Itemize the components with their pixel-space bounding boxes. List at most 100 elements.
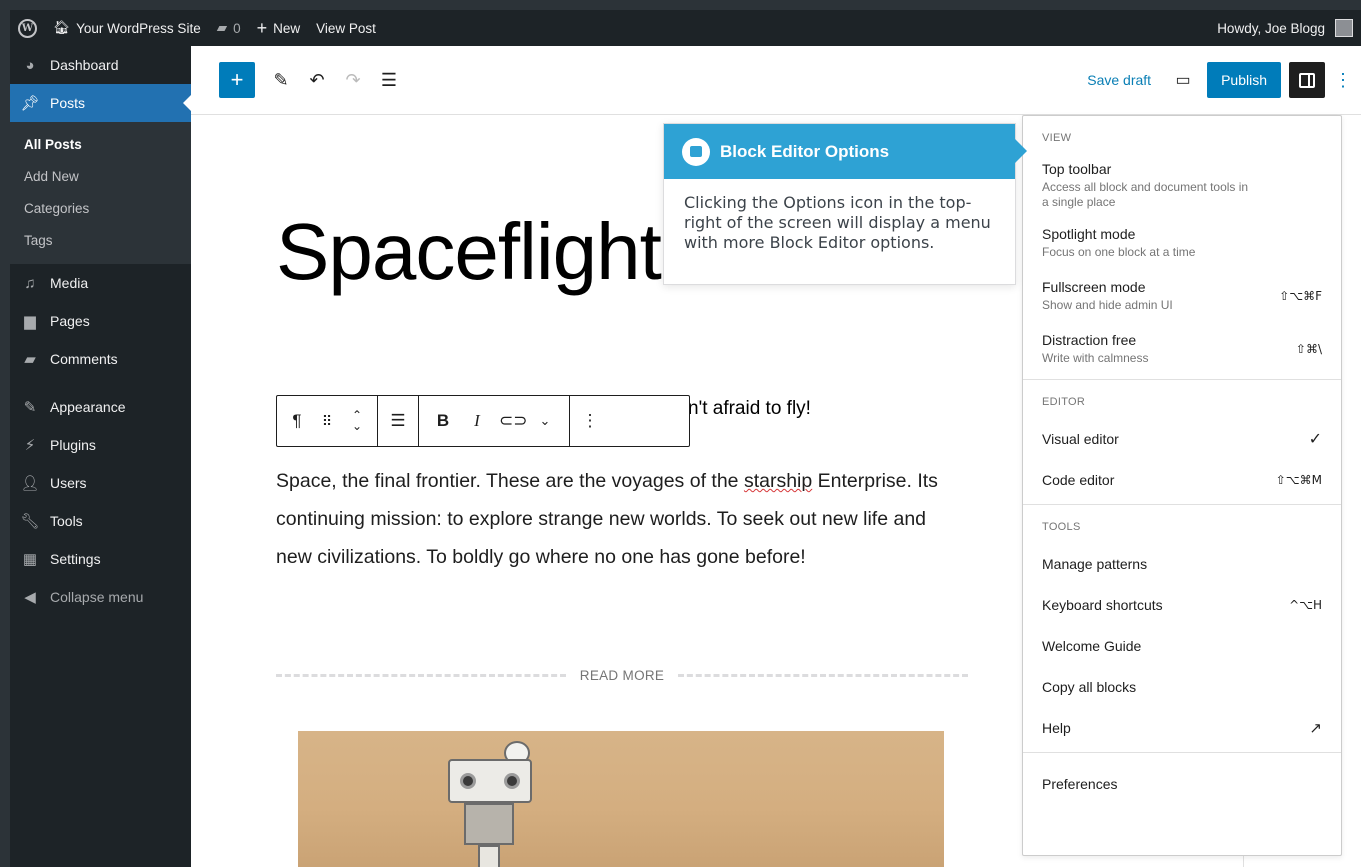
settings-icon: ▦ bbox=[22, 551, 38, 568]
preferences-group: Preferences bbox=[1023, 753, 1341, 808]
admin-bar: W 🏠︎ Your WordPress Site ▰ 0 + New View … bbox=[10, 10, 1361, 46]
menu-separator bbox=[10, 378, 191, 388]
redo-button[interactable]: ↷ bbox=[335, 62, 371, 98]
sidebar-item-posts[interactable]: 📌︎ Posts bbox=[10, 84, 191, 122]
divider-line bbox=[678, 673, 968, 677]
submenu-add-new[interactable]: Add New bbox=[10, 160, 191, 192]
sidebar-item-plugins[interactable]: ⚡︎ Plugins bbox=[10, 426, 191, 464]
group-heading: EDITOR bbox=[1042, 396, 1086, 408]
more-options-group: ⋮ bbox=[570, 396, 610, 446]
media-icon: ♫ bbox=[24, 274, 36, 292]
site-name-label: Your WordPress Site bbox=[76, 20, 201, 36]
comments-link[interactable]: ▰ 0 bbox=[209, 10, 249, 46]
sidebar-item-label: Media bbox=[50, 275, 89, 291]
divider-line bbox=[276, 673, 566, 677]
manage-patterns-option[interactable]: Manage patterns bbox=[1023, 543, 1341, 584]
collapse-menu-button[interactable]: ◀ Collapse menu bbox=[10, 578, 191, 616]
account-menu[interactable]: Howdy, Joe Blogg bbox=[1209, 10, 1361, 46]
option-label: Top toolbar bbox=[1042, 160, 1112, 177]
rover-mast bbox=[478, 845, 500, 867]
save-draft-button[interactable]: Save draft bbox=[1087, 72, 1165, 88]
rover-neck bbox=[464, 803, 514, 845]
options-menu: VIEW Top toolbar Access all block and doc… bbox=[1022, 115, 1342, 856]
view-post-link[interactable]: View Post bbox=[308, 10, 384, 46]
shortcut-label: ⇧⌘\ bbox=[1295, 341, 1322, 356]
option-label: Visual editor bbox=[1042, 430, 1119, 447]
admin-sidebar: ◕ Dashboard 📌︎ Posts All Posts Add New C… bbox=[10, 46, 191, 867]
sidebar-item-users[interactable]: 👤︎ Users bbox=[10, 464, 191, 502]
keyboard-shortcuts-option[interactable]: Keyboard shortcuts ^⌥H bbox=[1023, 584, 1341, 625]
option-label: Fullscreen mode bbox=[1042, 278, 1146, 295]
settings-toggle-button[interactable] bbox=[1289, 62, 1325, 98]
sidebar-item-media[interactable]: ♫ Media bbox=[10, 264, 191, 302]
document-overview-button[interactable]: ☰ bbox=[371, 62, 407, 98]
option-label: Help bbox=[1042, 719, 1071, 736]
shortcut-label: ⇧⌥⌘F bbox=[1279, 288, 1322, 303]
read-more-block[interactable]: READ MORE bbox=[276, 663, 968, 687]
plus-icon: + bbox=[256, 17, 268, 38]
post-title[interactable]: Spaceflight bbox=[276, 206, 662, 298]
option-label: Distraction free bbox=[1042, 331, 1137, 348]
sidebar-item-settings[interactable]: ▦ Settings bbox=[10, 540, 191, 578]
new-content-link[interactable]: + New bbox=[249, 10, 309, 46]
more-vertical-icon[interactable]: ⋮ bbox=[578, 411, 602, 431]
options-button[interactable]: ⋮ bbox=[1325, 70, 1361, 91]
preferences-option[interactable]: Preferences bbox=[1023, 763, 1341, 804]
paragraph-text: Space, the final frontier. These are the… bbox=[276, 470, 744, 492]
fullscreen-mode-option[interactable]: Fullscreen mode Show and hide admin UI ⇧⌥… bbox=[1023, 269, 1341, 322]
sidebar-item-tools[interactable]: 🔧︎ Tools bbox=[10, 502, 191, 540]
collapse-label: Collapse menu bbox=[50, 589, 144, 605]
view-group: VIEW Top toolbar Access all block and doc… bbox=[1023, 116, 1341, 380]
subheading-block[interactable]: n't afraid to fly! bbox=[688, 398, 811, 420]
copy-all-blocks-option[interactable]: Copy all blocks bbox=[1023, 666, 1341, 707]
undo-button[interactable]: ↶ bbox=[299, 62, 335, 98]
site-name-link[interactable]: 🏠︎ Your WordPress Site bbox=[45, 10, 209, 46]
top-toolbar-option[interactable]: Top toolbar Access all block and document… bbox=[1023, 154, 1341, 216]
callout-title: Block Editor Options bbox=[720, 141, 890, 161]
block-type-group: ¶ ⠿ ⌃ ⌄ bbox=[277, 396, 378, 446]
italic-icon[interactable]: I bbox=[465, 411, 489, 431]
image-block[interactable] bbox=[298, 731, 944, 867]
sidebar-item-dashboard[interactable]: ◕ Dashboard bbox=[10, 46, 191, 84]
align-icon[interactable]: ☰ bbox=[386, 411, 410, 431]
tools-group: TOOLS Manage patterns Keyboard shortcuts… bbox=[1023, 505, 1341, 753]
group-heading: TOOLS bbox=[1042, 521, 1081, 533]
drag-handle-icon[interactable]: ⠿ bbox=[315, 413, 339, 430]
spotlight-mode-option[interactable]: Spotlight mode Focus on one block at a ti… bbox=[1023, 216, 1341, 269]
toolbar-right-tools: Save draft ▭ Publish ⋮ bbox=[1087, 62, 1361, 98]
sidebar-item-comments[interactable]: ▰ Comments bbox=[10, 340, 191, 378]
option-description: Focus on one block at a time bbox=[1042, 244, 1196, 259]
pages-icon: ▆ bbox=[24, 313, 36, 330]
help-option[interactable]: Help ↗ bbox=[1023, 707, 1341, 748]
sidebar-item-appearance[interactable]: ✎ Appearance bbox=[10, 388, 191, 426]
preview-button[interactable]: ▭ bbox=[1165, 62, 1201, 98]
link-icon[interactable]: ⊂⊃ bbox=[499, 411, 528, 431]
welcome-guide-option[interactable]: Welcome Guide bbox=[1023, 625, 1341, 666]
sidebar-item-label: Users bbox=[50, 475, 87, 491]
publish-button[interactable]: Publish bbox=[1207, 62, 1281, 98]
distraction-free-option[interactable]: Distraction free Write with calmness ⇧⌘\ bbox=[1023, 322, 1341, 375]
wordpress-logo-button[interactable]: W bbox=[10, 10, 45, 46]
code-editor-option[interactable]: Code editor ⇧⌥⌘M bbox=[1023, 459, 1341, 500]
submenu-categories[interactable]: Categories bbox=[10, 192, 191, 224]
flag-icon bbox=[682, 137, 710, 166]
chevron-down-icon[interactable]: ⌄ bbox=[533, 413, 557, 429]
external-link-icon: ↗ bbox=[1309, 719, 1322, 737]
tools-button[interactable]: ✎ bbox=[263, 62, 299, 98]
toolbar-left-tools: ✎ ↶ ↷ ☰ bbox=[263, 62, 407, 98]
new-label: New bbox=[273, 20, 301, 36]
sidebar-item-label: Dashboard bbox=[50, 57, 119, 73]
sidebar-panel-icon bbox=[1299, 72, 1315, 88]
posts-submenu: All Posts Add New Categories Tags bbox=[10, 122, 191, 264]
sidebar-item-pages[interactable]: ▆ Pages bbox=[10, 302, 191, 340]
bold-icon[interactable]: B bbox=[431, 411, 455, 431]
move-up-down-icon[interactable]: ⌃ ⌄ bbox=[345, 409, 369, 432]
submenu-all-posts[interactable]: All Posts bbox=[10, 128, 191, 160]
shortcut-label: ⇧⌥⌘M bbox=[1275, 472, 1322, 487]
option-label: Copy all blocks bbox=[1042, 678, 1137, 695]
submenu-tags[interactable]: Tags bbox=[10, 224, 191, 256]
block-inserter-button[interactable]: + bbox=[219, 62, 255, 98]
paragraph-block[interactable]: Space, the final frontier. These are the… bbox=[276, 462, 966, 576]
paragraph-icon[interactable]: ¶ bbox=[285, 411, 309, 431]
visual-editor-option[interactable]: Visual editor ✓ bbox=[1023, 418, 1341, 459]
